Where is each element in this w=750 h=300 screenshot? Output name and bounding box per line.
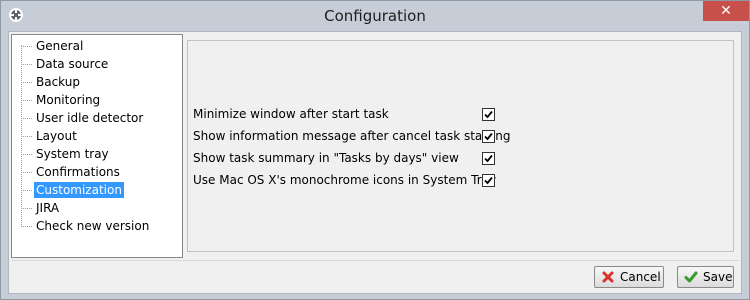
settings-tree[interactable]: General Data source Backup Monitoring Us…	[11, 34, 183, 258]
tree-item-label: JIRA	[36, 201, 60, 215]
window-title: Configuration	[324, 7, 426, 25]
tree-item-layout[interactable]: Layout	[12, 127, 182, 145]
option-monochrome-icons: Use Mac OS X's monochrome icons in Syste…	[193, 170, 497, 192]
tree-item-system-tray[interactable]: System tray	[12, 145, 182, 163]
option-minimize-window: Minimize window after start task	[193, 104, 495, 126]
tree-item-jira[interactable]: JIRA	[12, 199, 182, 217]
option-show-task-summary: Show task summary in "Tasks by days" vie…	[193, 148, 495, 170]
tree-item-check-new-version[interactable]: Check new version	[12, 217, 182, 235]
tree-item-general[interactable]: General	[12, 37, 182, 55]
tree-item-label: Monitoring	[36, 93, 101, 107]
tree-item-data-source[interactable]: Data source	[12, 55, 182, 73]
option-checkbox[interactable]	[482, 108, 495, 121]
option-checkbox[interactable]	[482, 174, 495, 187]
tree-item-backup[interactable]: Backup	[12, 73, 182, 91]
tree-item-label: Check new version	[36, 219, 150, 233]
option-checkbox[interactable]	[482, 130, 495, 143]
option-show-info-message: Show information message after cancel ta…	[193, 126, 510, 148]
close-button[interactable]: ✕	[703, 1, 749, 21]
tree-item-label: Layout	[36, 129, 77, 143]
tree-item-label: General	[36, 39, 84, 53]
option-checkbox[interactable]	[482, 152, 495, 165]
tree-item-user-idle-detector[interactable]: User idle detector	[12, 109, 182, 127]
customization-panel: Minimize window after start task Show in…	[187, 40, 734, 252]
red-x-icon	[602, 271, 614, 283]
tree-item-label: Data source	[36, 57, 109, 71]
tree-item-label: Backup	[36, 75, 80, 89]
tree-item-monitoring[interactable]: Monitoring	[12, 91, 182, 109]
save-button[interactable]: Save	[677, 266, 734, 288]
option-label: Minimize window after start task	[193, 107, 389, 121]
tree-item-label: User idle detector	[36, 111, 144, 125]
configuration-window: Configuration ✕ General Data source Back…	[0, 0, 750, 300]
tree-item-label: Confirmations	[36, 165, 120, 179]
green-check-icon	[684, 271, 698, 283]
checkmark-icon	[484, 176, 493, 185]
title-bar[interactable]: Configuration ✕	[1, 1, 749, 31]
close-icon: ✕	[720, 3, 732, 19]
option-label: Show information message after cancel ta…	[193, 129, 511, 143]
option-label: Show task summary in "Tasks by days" vie…	[193, 151, 459, 165]
client-area: General Data source Backup Monitoring Us…	[8, 31, 742, 294]
tree-item-label: System tray	[36, 147, 109, 161]
checkmark-icon	[484, 154, 493, 163]
footer-divider	[11, 260, 739, 261]
option-label: Use Mac OS X's monochrome icons in Syste…	[193, 173, 497, 187]
checkmark-icon	[484, 132, 493, 141]
cancel-button[interactable]: Cancel	[594, 266, 664, 288]
cancel-button-label: Cancel	[620, 270, 661, 284]
checkmark-icon	[484, 110, 493, 119]
tree-item-confirmations[interactable]: Confirmations	[12, 163, 182, 181]
tree-item-label: Customization	[34, 182, 124, 198]
tree-item-customization[interactable]: Customization	[12, 181, 182, 199]
save-button-label: Save	[703, 270, 733, 284]
